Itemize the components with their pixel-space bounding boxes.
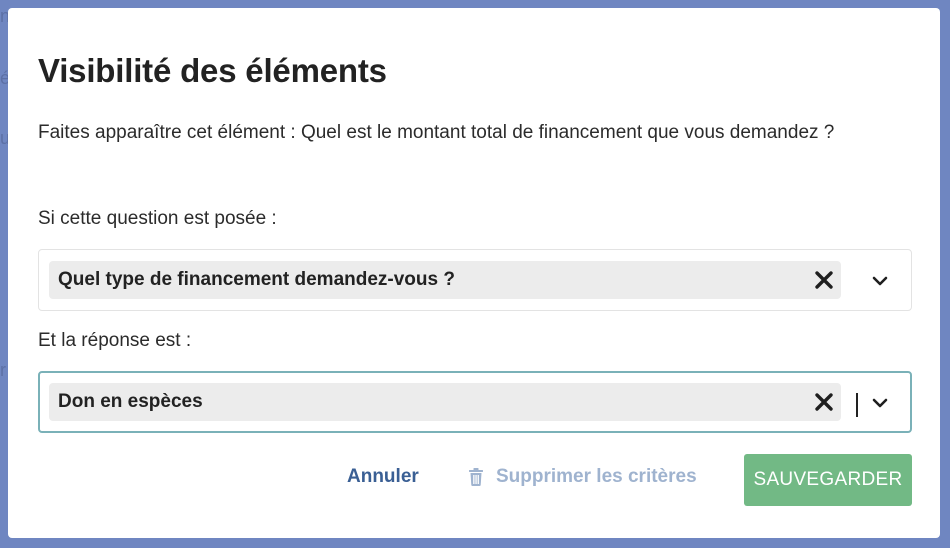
save-button[interactable]: SAUVEGARDER [744,454,912,506]
cancel-button[interactable]: Annuler [347,466,419,488]
chevron-down-icon[interactable] [869,392,891,414]
trash-icon [469,468,483,486]
question-label: Si cette question est posée : [38,208,277,229]
selected-answer-text: Don en espèces [58,391,203,412]
question-select[interactable]: Quel type de financement demandez-vous ? [38,249,912,311]
text-cursor [856,393,858,417]
selected-question-chip: Quel type de financement demandez-vous ? [49,261,841,299]
selected-question-text: Quel type de financement demandez-vous ? [58,269,455,290]
chevron-down-icon[interactable] [869,270,891,292]
close-icon[interactable] [813,269,835,291]
visibility-dialog: Visibilité des éléments Faites apparaîtr… [8,8,940,538]
selected-answer-chip: Don en espèces [49,383,841,421]
close-icon[interactable] [813,391,835,413]
delete-criteria-label: Supprimer les critères [496,466,697,487]
dialog-description: Faites apparaître cet élément : Quel est… [38,122,835,143]
dialog-title: Visibilité des éléments [38,52,387,89]
answer-label: Et la réponse est : [38,330,192,351]
answer-select[interactable]: Don en espèces [38,371,912,433]
background-glimpse: r [0,360,6,380]
delete-criteria-button[interactable]: Supprimer les critères [468,466,697,488]
